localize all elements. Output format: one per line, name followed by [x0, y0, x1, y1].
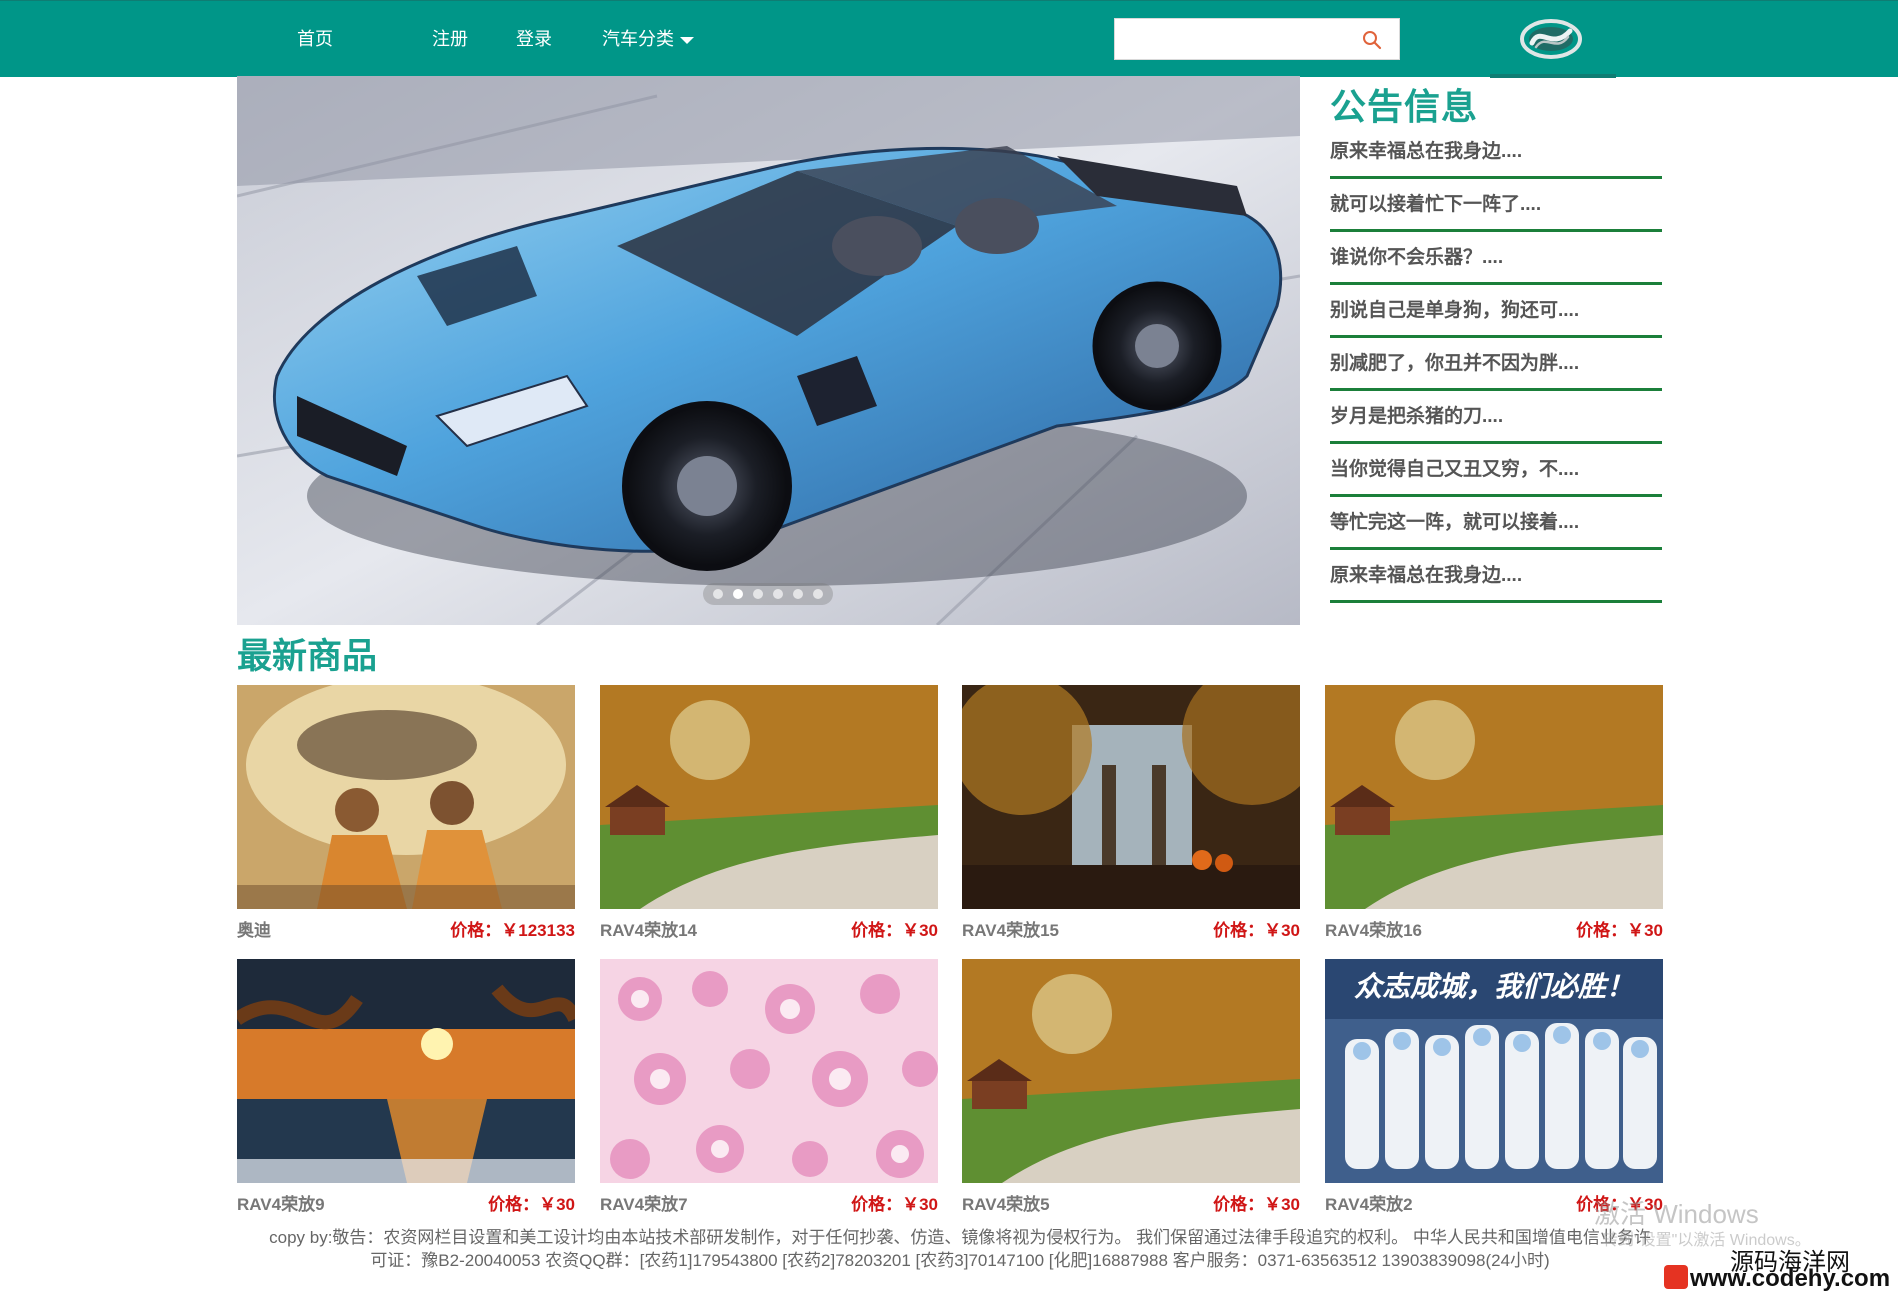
product-image[interactable]: 众志成城，我们必胜！ [1325, 959, 1663, 1183]
notice-item[interactable]: 别说自己是单身狗，狗还可.... [1330, 285, 1662, 338]
product-thumbnail [237, 685, 575, 909]
product-name[interactable]: RAV4荣放9 [237, 1190, 325, 1215]
product-name[interactable]: RAV4荣放7 [600, 1190, 688, 1215]
product-thumbnail [962, 685, 1300, 909]
product-card[interactable]: RAV4荣放9 价格：￥30 [237, 959, 575, 1214]
product-name[interactable]: RAV4荣放5 [962, 1190, 1050, 1215]
top-navbar: 首页 注册 登录 汽车分类 [0, 0, 1898, 77]
caret-down-icon [680, 36, 694, 44]
product-image[interactable] [600, 685, 938, 909]
product-name[interactable]: RAV4荣放16 [1325, 916, 1422, 941]
notice-list: 原来幸福总在我身边.... 就可以接着忙下一阵了.... 谁说你不会乐器？.... 别… [1330, 126, 1662, 603]
product-price: 价格：￥123133 [450, 921, 575, 940]
notice-item[interactable]: 等忙完这一阵，就可以接着.... [1330, 497, 1662, 550]
carousel-dot[interactable] [733, 589, 743, 599]
product-image[interactable] [237, 685, 575, 909]
latest-products-title: 最新商品 [237, 637, 378, 676]
product-name[interactable]: 奥迪 [237, 916, 271, 941]
product-name[interactable]: RAV4荣放15 [962, 916, 1059, 941]
product-thumbnail [1325, 685, 1663, 909]
carousel-dots [703, 583, 833, 605]
search-box [1114, 18, 1400, 60]
notice-item[interactable]: 就可以接着忙下一阵了.... [1330, 179, 1662, 232]
product-card[interactable]: 众志成城，我们必胜！ RAV4荣放2 价格：￥30 [1325, 959, 1663, 1214]
product-image[interactable] [600, 959, 938, 1183]
product-image[interactable] [962, 685, 1300, 909]
site-url-watermark: www.codehy.com [1690, 1265, 1891, 1292]
nav-login[interactable]: 登录 [516, 1, 552, 77]
product-price: 价格：￥30 [851, 1195, 938, 1214]
notice-item[interactable]: 原来幸福总在我身边.... [1330, 126, 1662, 179]
site-logo-icon [1664, 1265, 1688, 1289]
notice-item[interactable]: 原来幸福总在我身边.... [1330, 550, 1662, 603]
carousel-dot[interactable] [753, 589, 763, 599]
product-thumbnail [962, 959, 1300, 1183]
product-card[interactable]: RAV4荣放15 价格：￥30 [962, 685, 1300, 940]
notice-item[interactable]: 岁月是把杀猪的刀.... [1330, 391, 1662, 444]
carousel-dot[interactable] [813, 589, 823, 599]
notice-title: 公告信息 [1330, 86, 1479, 127]
product-price: 价格：￥30 [1576, 921, 1663, 940]
product-card[interactable]: RAV4荣放5 价格：￥30 [962, 959, 1300, 1214]
product-name[interactable]: RAV4荣放2 [1325, 1190, 1413, 1215]
notice-item[interactable]: 别减肥了，你丑并不因为胖.... [1330, 338, 1662, 391]
notice-item[interactable]: 谁说你不会乐器？.... [1330, 232, 1662, 285]
product-image[interactable] [962, 959, 1300, 1183]
logo-underline [1490, 74, 1616, 78]
product-price: 价格：￥30 [851, 921, 938, 940]
product-thumbnail [600, 685, 938, 909]
search-icon[interactable] [1361, 29, 1383, 51]
product-card[interactable]: RAV4荣放16 价格：￥30 [1325, 685, 1663, 940]
product-card[interactable]: RAV4荣放14 价格：￥30 [600, 685, 938, 940]
product-card[interactable]: RAV4荣放7 价格：￥30 [600, 959, 938, 1214]
product-price: 价格：￥30 [1213, 921, 1300, 940]
product-price: 价格：￥30 [1213, 1195, 1300, 1214]
notice-item[interactable]: 当你觉得自己又丑又穷，不.... [1330, 444, 1662, 497]
product-image[interactable] [237, 959, 575, 1183]
banner-car-image [237, 76, 1300, 625]
product-thumbnail [237, 959, 575, 1183]
product-thumbnail [600, 959, 938, 1183]
carousel-dot[interactable] [773, 589, 783, 599]
carousel-dot[interactable] [713, 589, 723, 599]
banner-carousel[interactable] [237, 76, 1300, 625]
footer: copy by:敬告：农资网栏目设置和美工设计均由本站技术部研发制作，对于任何抄… [240, 1226, 1680, 1272]
product-price: 价格：￥30 [488, 1195, 575, 1214]
nav-register[interactable]: 注册 [432, 1, 468, 77]
nav-home[interactable]: 首页 [297, 1, 333, 77]
search-input[interactable] [1115, 19, 1355, 59]
product-image[interactable] [1325, 685, 1663, 909]
product-name[interactable]: RAV4荣放14 [600, 916, 697, 941]
brand-logo-icon[interactable] [1518, 17, 1584, 61]
footer-line-1: copy by:敬告：农资网栏目设置和美工设计均由本站技术部研发制作，对于任何抄… [269, 1228, 1651, 1247]
product-card[interactable]: 奥迪 价格：￥123133 [237, 685, 575, 940]
carousel-dot[interactable] [793, 589, 803, 599]
product-image-caption: 众志成城，我们必胜！ [1353, 970, 1634, 1003]
nav-car-category-label: 汽车分类 [602, 29, 674, 49]
footer-line-2: 可证：豫B2-20040053 农资QQ群：[农药1]179543800 [农药… [370, 1251, 1550, 1270]
nav-car-category[interactable]: 汽车分类 [602, 1, 694, 77]
